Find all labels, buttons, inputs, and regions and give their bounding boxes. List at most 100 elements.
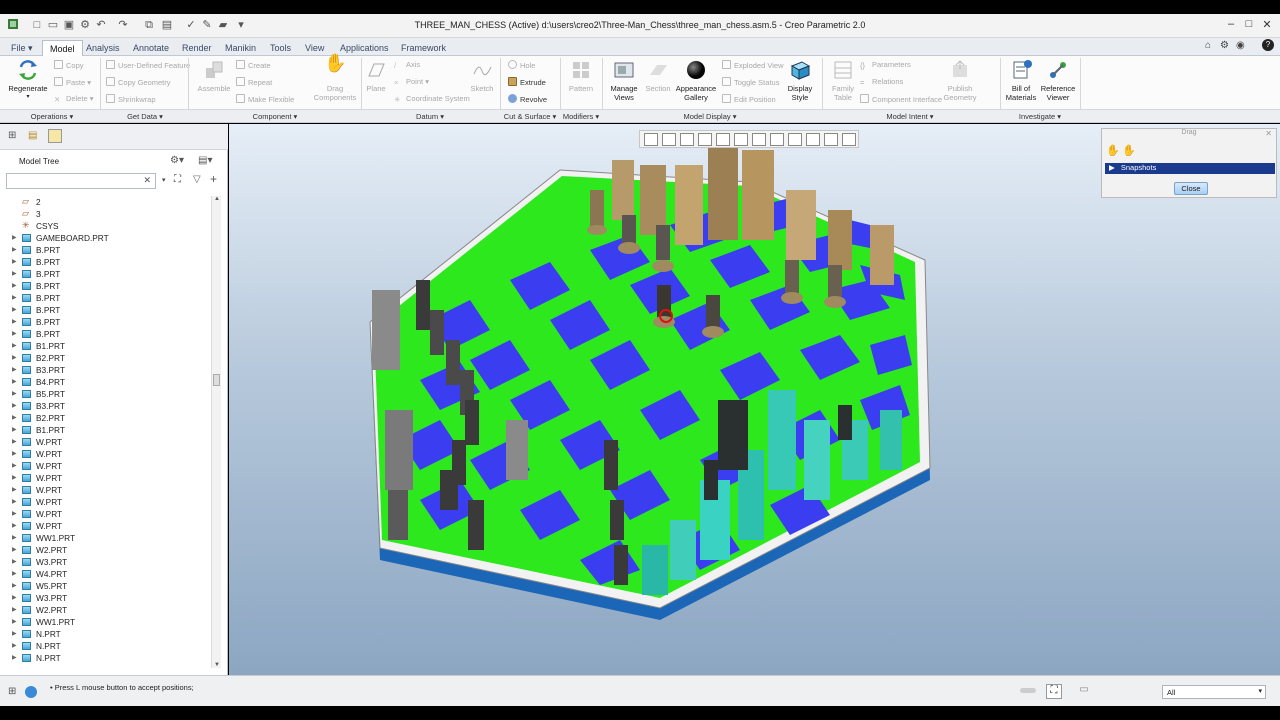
appearance-gallery-button[interactable]: Appearance Gallery: [674, 59, 718, 102]
expand-arrow-icon[interactable]: ▶: [12, 244, 17, 256]
copy-button[interactable]: Copy: [54, 60, 84, 71]
copy-geometry-button[interactable]: Copy Geometry: [106, 77, 171, 88]
group-operations[interactable]: Operations ▾: [20, 112, 84, 121]
manage-views-button[interactable]: Manage Views: [606, 59, 642, 102]
expand-arrow-icon[interactable]: ▶: [12, 616, 17, 628]
graphics-viewport[interactable]: [229, 124, 1280, 675]
parameters-button[interactable]: {} Parameters: [860, 60, 911, 71]
publish-geometry-button[interactable]: Publish Geometry: [940, 59, 980, 102]
show-menu-icon[interactable]: ▤▾: [198, 155, 212, 166]
spin-center-icon[interactable]: [824, 133, 838, 146]
tree-item[interactable]: ▶ N.PRT: [0, 640, 212, 652]
create-button[interactable]: Create: [236, 60, 271, 71]
tree-item[interactable]: ▶ B3.PRT: [0, 364, 212, 376]
tree-item[interactable]: ▶ W.PRT: [0, 508, 212, 520]
expand-arrow-icon[interactable]: ▶: [12, 592, 17, 604]
relations-button[interactable]: = Relations: [860, 77, 903, 88]
point-button[interactable]: × Point ▾: [394, 77, 429, 88]
expand-arrow-icon[interactable]: ▶: [12, 400, 17, 412]
tree-item[interactable]: ▶ W3.PRT: [0, 556, 212, 568]
expand-arrow-icon[interactable]: ▶: [12, 256, 17, 268]
browser-toggle-icon[interactable]: [25, 686, 37, 698]
tab-tools[interactable]: Tools: [263, 40, 298, 56]
tree-search-input[interactable]: ✕: [6, 173, 156, 189]
tree-item[interactable]: ▶ WW1.PRT: [0, 532, 212, 544]
tree-item[interactable]: ▶ N.PRT: [0, 628, 212, 640]
display-style-button[interactable]: Display Style: [784, 59, 816, 102]
section-button[interactable]: Section: [644, 59, 672, 93]
datum-display-icon[interactable]: [788, 133, 802, 146]
tab-file[interactable]: File ▾: [4, 40, 40, 56]
make-flexible-button[interactable]: Make Flexible: [236, 94, 294, 105]
group-cut-surface[interactable]: Cut & Surface ▾: [500, 112, 560, 121]
toggle-status-button[interactable]: Toggle Status: [722, 77, 779, 88]
expand-arrow-icon[interactable]: ▶: [12, 436, 17, 448]
expand-arrow-icon[interactable]: ▶: [12, 532, 17, 544]
group-model-display[interactable]: Model Display ▾: [670, 112, 750, 121]
tab-manikin[interactable]: Manikin: [218, 40, 263, 56]
tree-item[interactable]: ▶ B.PRT: [0, 256, 212, 268]
revolve-button[interactable]: Revolve: [508, 94, 547, 105]
animation-icon[interactable]: [842, 133, 856, 146]
clear-search-icon[interactable]: ✕: [143, 175, 151, 186]
expand-arrow-icon[interactable]: ▶: [12, 460, 17, 472]
tree-item[interactable]: ▱ 2: [0, 196, 212, 208]
expand-arrow-icon[interactable]: ▶: [12, 316, 17, 328]
selection-filter-select[interactable]: All ▾: [1162, 685, 1266, 699]
expand-arrow-icon[interactable]: ▶: [12, 520, 17, 532]
tree-item[interactable]: ✳ CSYS: [0, 220, 212, 232]
pattern-button[interactable]: Pattern: [566, 59, 596, 93]
group-model-intent[interactable]: Model Intent ▾: [870, 112, 950, 121]
expand-arrow-icon[interactable]: ▶: [12, 412, 17, 424]
add-column-icon[interactable]: +: [210, 172, 217, 186]
display-style-toolbar-icon[interactable]: [770, 133, 784, 146]
tree-item[interactable]: ▶ B5.PRT: [0, 388, 212, 400]
repaint-icon[interactable]: [698, 133, 712, 146]
expand-arrow-icon[interactable]: ▶: [12, 352, 17, 364]
snapshots-section[interactable]: ▶ Snapshots: [1105, 163, 1275, 174]
group-get-data[interactable]: Get Data ▾: [110, 112, 180, 121]
regenerate-button[interactable]: Regenerate ▾: [6, 59, 50, 102]
tree-item[interactable]: ▶ W2.PRT: [0, 604, 212, 616]
tree-scrollbar[interactable]: ▲ ▼: [211, 196, 221, 668]
group-datum[interactable]: Datum ▾: [400, 112, 460, 121]
expand-arrow-icon[interactable]: ▶: [12, 304, 17, 316]
tree-item[interactable]: ▱ 3: [0, 208, 212, 220]
scroll-up-icon[interactable]: ▲: [214, 196, 220, 202]
drag-pin-icon[interactable]: ✋: [1122, 144, 1136, 157]
group-investigate[interactable]: Investigate ▾: [1005, 112, 1075, 121]
orient-icon[interactable]: [716, 133, 730, 146]
tree-item[interactable]: ▶ B1.PRT: [0, 424, 212, 436]
tab-annotate[interactable]: Annotate: [126, 40, 176, 56]
tree-item[interactable]: ▶ W.PRT: [0, 520, 212, 532]
minimize-icon[interactable]: –: [1224, 18, 1238, 30]
tree-item[interactable]: ▶ B.PRT: [0, 316, 212, 328]
tree-item[interactable]: ▶ W2.PRT: [0, 544, 212, 556]
drag-components-button[interactable]: ✋ Drag Components: [310, 54, 360, 102]
hole-button[interactable]: Hole: [508, 60, 535, 71]
web-icon[interactable]: ◉: [1236, 40, 1245, 51]
expand-arrow-icon[interactable]: ▶: [12, 280, 17, 292]
tree-item[interactable]: ▶ N.PRT: [0, 652, 212, 664]
family-table-button[interactable]: Family Table: [828, 59, 858, 102]
tree-item[interactable]: ▶ W.PRT: [0, 436, 212, 448]
model-tree-tab-icon[interactable]: ⊞: [8, 130, 22, 144]
tree-item[interactable]: ▶ B2.PRT: [0, 352, 212, 364]
expand-arrow-icon[interactable]: ▶: [12, 376, 17, 388]
expand-arrow-icon[interactable]: ▶: [12, 292, 17, 304]
bill-of-materials-button[interactable]: Bill of Materials: [1004, 59, 1038, 102]
tree-item[interactable]: ▶ B2.PRT: [0, 412, 212, 424]
cloud-icon[interactable]: ⌂: [1205, 40, 1211, 51]
expand-arrow-icon[interactable]: ▶: [12, 472, 17, 484]
tree-settings-icon[interactable]: ⚙▾: [170, 155, 184, 166]
maximize-icon[interactable]: □: [1242, 18, 1256, 30]
view-manager-icon[interactable]: [752, 133, 766, 146]
tab-framework[interactable]: Framework: [394, 40, 453, 56]
expand-arrow-icon[interactable]: ▶: [12, 388, 17, 400]
selection-icon[interactable]: ▭: [1076, 684, 1092, 699]
expand-arrow-icon[interactable]: ▶: [12, 484, 17, 496]
scroll-thumb[interactable]: [213, 374, 220, 386]
expand-arrow-icon[interactable]: ▶: [12, 580, 17, 592]
annotation-display-icon[interactable]: [806, 133, 820, 146]
tree-item[interactable]: ▶ W5.PRT: [0, 580, 212, 592]
